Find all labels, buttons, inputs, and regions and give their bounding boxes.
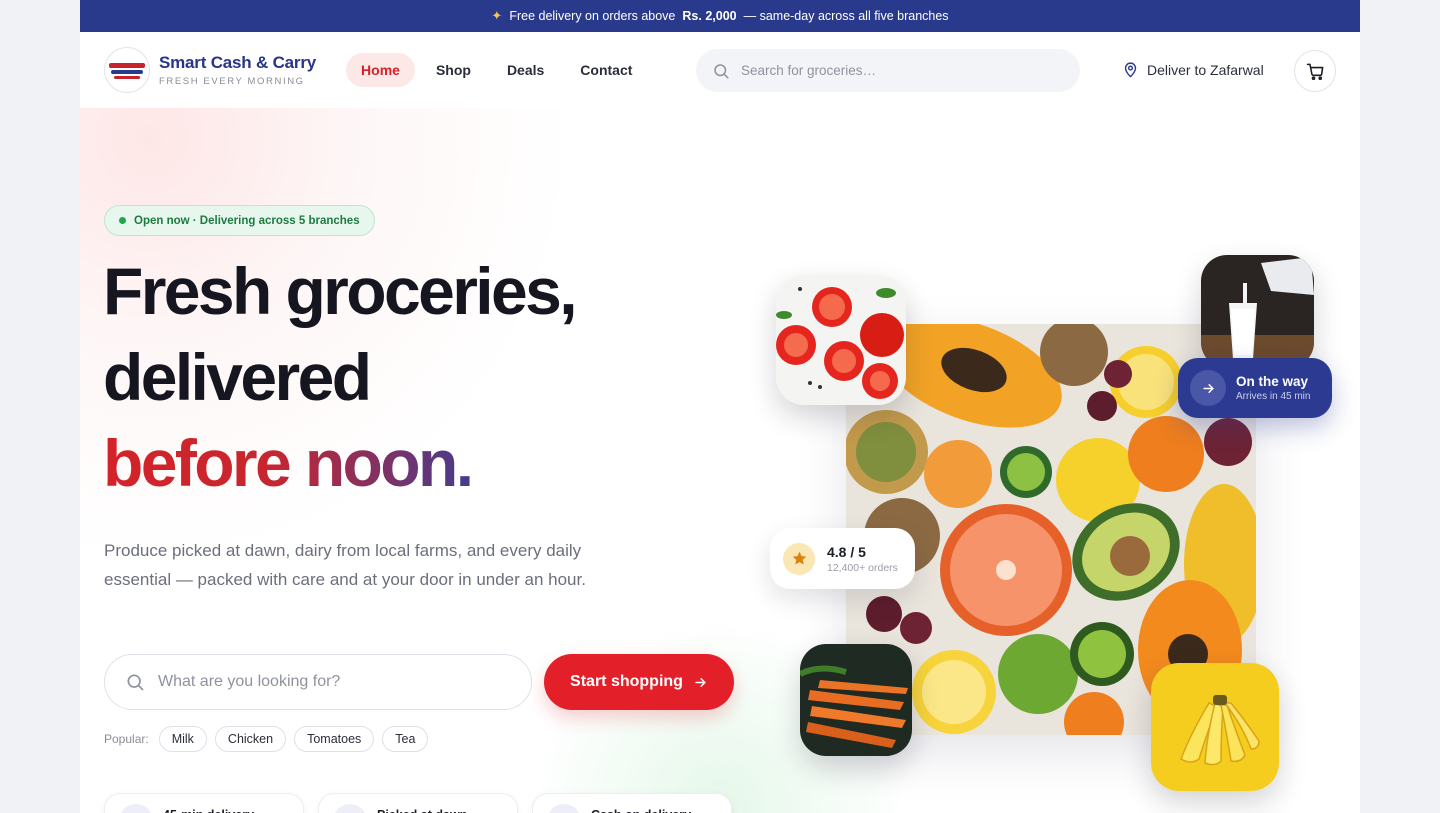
page-frame: ✦ Free delivery on orders above Rs. 2,00… xyxy=(80,0,1360,813)
nav-item-home[interactable]: Home xyxy=(346,53,415,87)
cash-icon xyxy=(547,804,581,813)
popular-searches: Popular: Milk Chicken Tomatoes Tea xyxy=(104,726,429,752)
header-search-input[interactable]: Search for groceries… xyxy=(696,49,1080,92)
main-nav: Home Shop Deals Contact xyxy=(346,53,647,87)
site-header: Smart Cash & Carry FRESH EVERY MORNING H… xyxy=(80,32,1360,108)
bananas-image xyxy=(1151,663,1279,791)
order-status-title: On the way xyxy=(1236,374,1309,389)
feature-cards: 45-min delivery Picked at dawn Cash on d… xyxy=(104,793,732,813)
popular-label: Popular: xyxy=(104,732,149,746)
hero-section: Open now · Delivering across 5 branches … xyxy=(80,108,1360,813)
delivery-clock-icon xyxy=(119,804,153,813)
search-icon xyxy=(127,674,144,691)
headline-line-1: Fresh groceries, xyxy=(103,254,578,328)
order-status-card: On the way Arrives in 45 min xyxy=(1178,358,1332,418)
popular-chip-tomatoes[interactable]: Tomatoes xyxy=(294,726,375,752)
deliver-location-button[interactable]: Deliver to Zafarwal xyxy=(1122,61,1264,78)
leaf-icon xyxy=(333,804,367,813)
carrots-image xyxy=(800,644,912,756)
search-icon xyxy=(714,63,729,78)
location-pin-icon xyxy=(1124,62,1137,78)
feature-title: 45-min delivery xyxy=(163,804,254,813)
brand-logo[interactable] xyxy=(104,47,150,93)
rating-score: 4.8 / 5 xyxy=(827,543,866,560)
cart-icon xyxy=(1306,63,1323,80)
brand-tagline: FRESH EVERY MORNING xyxy=(159,76,305,87)
popular-chip-milk[interactable]: Milk xyxy=(158,726,207,752)
nav-item-deals[interactable]: Deals xyxy=(492,53,559,87)
hero-search-placeholder: What are you looking for? xyxy=(158,673,341,690)
brand-name: Smart Cash & Carry xyxy=(159,53,317,72)
announcement-suffix: — same-day across all five branches xyxy=(743,9,949,23)
announcement-amount: Rs. 2,000 xyxy=(682,9,737,23)
start-shopping-button[interactable]: Start shopping xyxy=(544,654,734,710)
popular-chip-chicken[interactable]: Chicken xyxy=(214,726,287,752)
hero-search-input[interactable]: What are you looking for? xyxy=(104,654,532,710)
star-icon xyxy=(783,542,815,575)
deliver-location-label: Deliver to Zafarwal xyxy=(1147,61,1264,78)
headline-line-2: delivered xyxy=(103,340,372,414)
cart-button[interactable] xyxy=(1294,50,1336,92)
arrow-right-icon xyxy=(695,677,706,687)
hero-headline: Fresh groceries, delivered before noon. xyxy=(103,248,578,506)
feature-title: Cash on delivery xyxy=(591,804,691,813)
nav-item-shop[interactable]: Shop xyxy=(421,53,486,87)
popular-chip-tea[interactable]: Tea xyxy=(382,726,429,752)
open-status-text: Open now · Delivering across 5 branches xyxy=(134,214,360,227)
feature-title: Picked at dawn xyxy=(377,804,467,813)
hero-lead-text: Produce picked at dawn, dairy from local… xyxy=(104,541,586,589)
feature-card: 45-min delivery xyxy=(104,793,304,813)
nav-item-contact[interactable]: Contact xyxy=(565,53,647,87)
header-search-placeholder: Search for groceries… xyxy=(741,63,877,78)
announcement-prefix: Free delivery on orders above xyxy=(509,9,676,23)
announcement-bar: ✦ Free delivery on orders above Rs. 2,00… xyxy=(80,0,1360,32)
rating-orders-count: 12,400+ orders xyxy=(827,561,898,574)
order-status-eta: Arrives in 45 min xyxy=(1236,391,1311,402)
milk-image xyxy=(1201,255,1314,368)
feature-card: Picked at dawn xyxy=(318,793,518,813)
headline-line-3: before noon. xyxy=(103,426,474,500)
tomatoes-image xyxy=(776,275,906,405)
brand-block[interactable]: Smart Cash & Carry FRESH EVERY MORNING xyxy=(159,53,316,87)
sparkle-icon: ✦ xyxy=(491,8,503,23)
feature-card: Cash on delivery xyxy=(532,793,732,813)
status-dot xyxy=(119,217,126,224)
arrow-right-icon xyxy=(1190,370,1226,406)
open-status-badge: Open now · Delivering across 5 branches xyxy=(104,205,375,236)
start-shopping-label: Start shopping xyxy=(570,673,683,690)
rating-card: 4.8 / 5 12,400+ orders xyxy=(770,528,915,589)
